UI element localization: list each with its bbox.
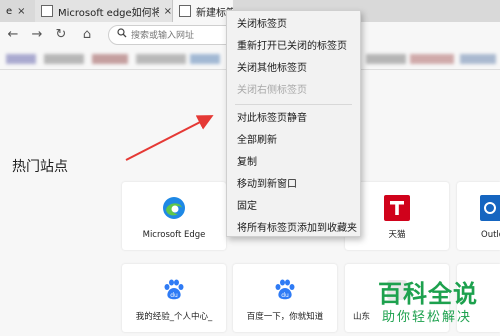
refresh-icon[interactable]: ↻	[52, 26, 70, 44]
tab-new-tab[interactable]: 新建标签页	[173, 0, 233, 22]
baidu-icon: du	[272, 277, 298, 303]
tmall-icon	[384, 195, 410, 221]
address-bar[interactable]	[108, 25, 238, 45]
tab-title: e	[6, 5, 13, 17]
back-arrow-icon[interactable]: ←	[4, 26, 22, 44]
menu-item-close-other-tabs[interactable]: 关闭其他标签页	[227, 59, 360, 79]
tab-partial[interactable]: e ×	[0, 0, 35, 22]
favorite-item-blurred[interactable]	[460, 54, 496, 64]
tile-label: Outlo	[481, 230, 500, 240]
tab-close-icon[interactable]: ×	[17, 6, 25, 17]
favorite-item-blurred[interactable]	[6, 54, 36, 64]
tile-label: Microsoft Edge	[142, 230, 206, 240]
tab-title: Microsoft edge如何将其中	[58, 7, 159, 19]
new-tab-favicon-icon	[179, 5, 191, 17]
home-icon[interactable]: ⌂	[78, 26, 96, 44]
menu-separator	[235, 104, 352, 105]
menu-item-pin[interactable]: 固定	[227, 197, 360, 217]
svg-text:du: du	[170, 292, 178, 299]
menu-item-close-tab[interactable]: 关闭标签页	[227, 15, 360, 35]
menu-item-refresh-all[interactable]: 全部刷新	[227, 131, 360, 151]
menu-item-mute-tab[interactable]: 对此标签页静音	[227, 109, 360, 129]
hot-sites-title: 热门站点	[12, 159, 68, 175]
search-icon	[117, 28, 127, 41]
page-favicon-icon	[41, 5, 53, 17]
favorite-item-blurred[interactable]	[92, 54, 128, 64]
menu-item-close-tabs-right: 关闭右侧标签页	[237, 85, 307, 96]
tile-my-experience[interactable]: du 我的经验_个人中心_	[122, 264, 226, 332]
search-input[interactable]	[131, 29, 231, 42]
tab-close-icon[interactable]: ×	[164, 6, 172, 17]
edge-icon	[161, 195, 187, 221]
watermark: 百科全说 助你轻松解决	[368, 270, 500, 336]
favorite-item-blurred[interactable]	[410, 54, 454, 64]
svg-text:du: du	[281, 292, 289, 299]
tile-label: 百度一下，你就知道	[246, 312, 324, 322]
favorite-item-blurred[interactable]	[366, 54, 406, 64]
favorite-item-blurred[interactable]	[44, 54, 84, 64]
outlook-icon	[480, 195, 500, 221]
menu-item-reopen-closed-tab[interactable]: 重新打开已关闭的标签页	[227, 37, 360, 57]
favorite-item-blurred[interactable]	[136, 54, 186, 64]
menu-item-add-all-to-favorites[interactable]: 将所有标签页添加到收藏夹	[227, 219, 360, 239]
tile-baidu[interactable]: du 百度一下，你就知道	[233, 264, 337, 332]
watermark-subtitle: 助你轻松解决	[382, 310, 473, 325]
menu-item-move-to-new-window[interactable]: 移动到新窗口	[227, 175, 360, 195]
tile-microsoft-edge[interactable]: Microsoft Edge	[122, 182, 226, 250]
tile-label: 我的经验_个人中心_	[135, 312, 213, 322]
forward-arrow-icon[interactable]: →	[28, 26, 46, 44]
annotation-arrow	[125, 115, 214, 161]
tab-edge-question[interactable]: Microsoft edge如何将其中 ×	[35, 0, 173, 22]
menu-item-duplicate[interactable]: 复制	[227, 153, 360, 173]
tab-context-menu: 关闭标签页 重新打开已关闭的标签页 关闭其他标签页 关闭右侧标签页 对此标签页静…	[226, 10, 361, 237]
favorite-item-blurred[interactable]	[190, 54, 220, 64]
watermark-title: 百科全说	[378, 280, 478, 308]
tile-outlook[interactable]: Outlo	[457, 182, 500, 250]
baidu-icon: du	[161, 277, 187, 303]
